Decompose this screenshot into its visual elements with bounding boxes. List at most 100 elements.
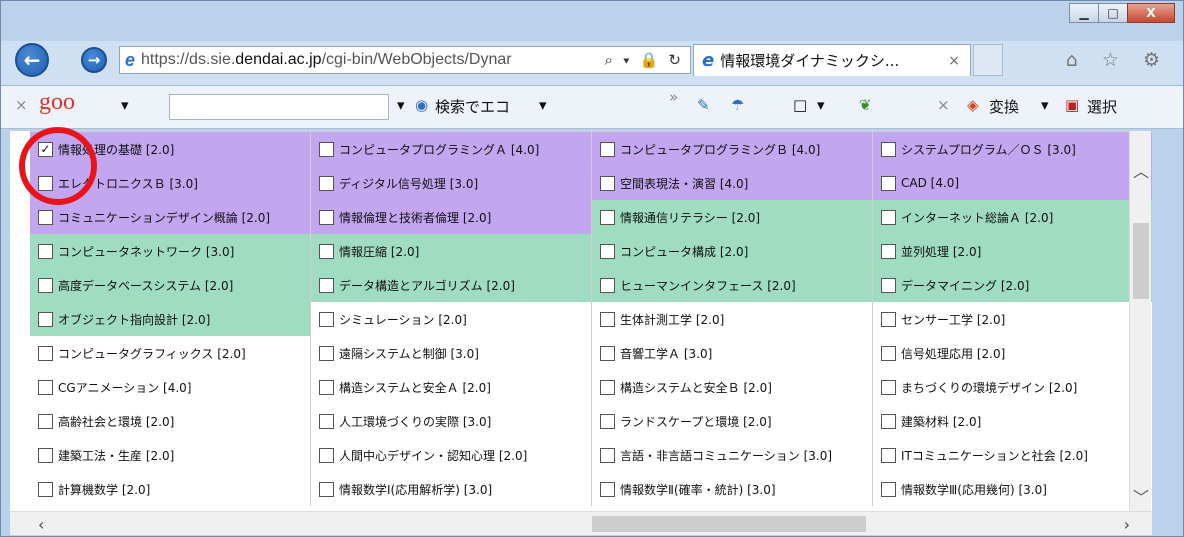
page-icon[interactable]: □ [793, 96, 807, 114]
course-checkbox[interactable] [319, 345, 334, 361]
course-checkbox[interactable] [319, 141, 334, 157]
course-checkbox[interactable] [881, 379, 896, 395]
course-cell[interactable]: ✓ 情報処理の基礎 [2.0] [30, 132, 311, 166]
course-checkbox[interactable] [881, 413, 896, 429]
course-cell[interactable]: 高度データベースシステム [2.0] [30, 268, 311, 302]
course-checkbox[interactable] [600, 243, 615, 259]
course-checkbox[interactable] [319, 277, 334, 293]
course-cell[interactable]: 建築材料 [2.0] [873, 404, 1152, 438]
course-checkbox[interactable] [600, 311, 615, 327]
course-checkbox[interactable] [600, 209, 615, 225]
course-cell[interactable]: 構造システムと安全Ｂ [2.0] [592, 370, 873, 404]
course-checkbox[interactable] [38, 243, 53, 259]
scroll-left-icon[interactable]: ‹ [38, 512, 44, 536]
maximize-button[interactable]: □ [1098, 3, 1128, 23]
course-cell[interactable]: 構造システムと安全Ａ [2.0] [311, 370, 592, 404]
tab-active[interactable]: e 情報環境ダイナミックシ... × [693, 44, 971, 76]
eco-dropdown-icon[interactable]: ▾ [539, 96, 547, 114]
toolbar-overflow-icon[interactable]: » [669, 88, 678, 106]
tab-close-button[interactable]: × [948, 53, 960, 69]
course-checkbox[interactable] [38, 481, 53, 497]
course-cell[interactable]: 高齢社会と環境 [2.0] [30, 404, 311, 438]
course-cell[interactable]: オブジェクト指向設計 [2.0] [30, 302, 311, 336]
course-cell[interactable]: ランドスケープと環境 [2.0] [592, 404, 873, 438]
search-dropdown-icon[interactable]: ▾ [397, 96, 405, 114]
course-checkbox[interactable] [319, 311, 334, 327]
course-cell[interactable]: ITコミュニケーションと社会 [2.0] [873, 438, 1152, 472]
course-cell[interactable]: コンピュータ構成 [2.0] [592, 234, 873, 268]
course-cell[interactable]: 情報圧縮 [2.0] [311, 234, 592, 268]
course-cell[interactable]: インターネット総論Ａ [2.0] [873, 200, 1152, 234]
forward-button[interactable]: → [81, 47, 107, 73]
course-cell[interactable]: センサー工学 [2.0] [873, 302, 1152, 336]
horizontal-scroll-thumb[interactable] [592, 516, 866, 532]
course-cell[interactable]: ヒューマンインタフェース [2.0] [592, 268, 873, 302]
minimize-button[interactable]: ▁ [1069, 3, 1099, 23]
new-tab-button[interactable] [973, 44, 1003, 76]
course-checkbox[interactable] [319, 175, 334, 191]
course-cell[interactable]: 空間表現法・演習 [4.0] [592, 166, 873, 200]
course-checkbox[interactable] [881, 447, 896, 463]
close-window-button[interactable]: X [1127, 3, 1175, 23]
scroll-right-icon[interactable]: › [1124, 512, 1130, 536]
course-checkbox[interactable] [319, 243, 334, 259]
convert-button[interactable]: 変換 [989, 96, 1019, 117]
course-checkbox[interactable] [600, 345, 615, 361]
course-cell[interactable]: コンピュータグラフィックス [2.0] [30, 336, 311, 370]
course-checkbox[interactable] [319, 447, 334, 463]
sprout-icon[interactable]: ❦ [859, 96, 872, 114]
course-checkbox[interactable] [38, 277, 53, 293]
course-cell[interactable]: 人間中心デザイン・認知心理 [2.0] [311, 438, 592, 472]
course-cell[interactable]: CGアニメーション [4.0] [30, 370, 311, 404]
course-checkbox[interactable] [600, 175, 615, 191]
course-cell[interactable]: 情報数学Ⅲ(応用幾何) [3.0] [873, 472, 1152, 506]
course-cell[interactable]: エレクトロニクスＢ [3.0] [30, 166, 311, 200]
course-checkbox[interactable] [881, 175, 896, 191]
course-checkbox[interactable] [38, 209, 53, 225]
course-checkbox[interactable] [600, 141, 615, 157]
horizontal-scrollbar[interactable]: ‹ › [10, 511, 1152, 535]
goo-dropdown-icon[interactable]: ▾ [121, 96, 129, 114]
course-cell[interactable]: システムプログラム／ＯＳ [3.0] [873, 132, 1152, 166]
select-button[interactable]: 選択 [1087, 96, 1117, 117]
course-cell[interactable]: 音響工学Ａ [3.0] [592, 336, 873, 370]
course-checkbox[interactable] [600, 481, 615, 497]
course-cell[interactable]: CAD [4.0] [873, 166, 1152, 200]
course-checkbox[interactable] [881, 277, 896, 293]
course-cell[interactable]: ディジタル信号処理 [3.0] [311, 166, 592, 200]
course-checkbox-checked[interactable]: ✓ [38, 141, 53, 157]
course-checkbox[interactable] [319, 209, 334, 225]
course-cell[interactable]: 遠隔システムと制御 [3.0] [311, 336, 592, 370]
back-button[interactable]: ← [15, 43, 49, 77]
course-cell[interactable]: コンピュータプログラミングＢ [4.0] [592, 132, 873, 166]
course-checkbox[interactable] [600, 277, 615, 293]
course-checkbox[interactable] [38, 447, 53, 463]
convert-dropdown-icon[interactable]: ▾ [1041, 96, 1049, 114]
course-checkbox[interactable] [38, 379, 53, 395]
course-checkbox[interactable] [881, 209, 896, 225]
umbrella-icon[interactable]: ☂ [731, 96, 744, 114]
search-eco-button[interactable]: 検索でエコ [435, 96, 510, 117]
course-checkbox[interactable] [600, 447, 615, 463]
course-checkbox[interactable] [600, 379, 615, 395]
course-checkbox[interactable] [319, 413, 334, 429]
course-cell[interactable]: 情報通信リテラシー [2.0] [592, 200, 873, 234]
course-cell[interactable]: データマイニング [2.0] [873, 268, 1152, 302]
scroll-up-icon[interactable]: ︿ [1130, 159, 1152, 181]
goo-toolbar-close-button[interactable]: × [15, 96, 28, 114]
course-cell[interactable]: 人工環境づくりの実際 [3.0] [311, 404, 592, 438]
pen-icon[interactable]: ✎ [697, 96, 710, 114]
course-cell[interactable]: 情報倫理と技術者倫理 [2.0] [311, 200, 592, 234]
page-dropdown-icon[interactable]: ▾ [817, 96, 825, 114]
course-checkbox[interactable] [881, 141, 896, 157]
course-checkbox[interactable] [600, 413, 615, 429]
home-favorites-settings-icons[interactable]: ⌂ ☆ ⚙ [1066, 49, 1169, 71]
course-cell[interactable]: 建築工法・生産 [2.0] [30, 438, 311, 472]
course-cell[interactable]: データ構造とアルゴリズム [2.0] [311, 268, 592, 302]
course-cell[interactable]: コミュニケーションデザイン概論 [2.0] [30, 200, 311, 234]
course-checkbox[interactable] [881, 481, 896, 497]
goo-search-input[interactable] [169, 94, 389, 120]
course-checkbox[interactable] [881, 311, 896, 327]
course-cell[interactable]: コンピュータプログラミングＡ [4.0] [311, 132, 592, 166]
address-tools[interactable]: ⌕ ▾ 🔒 ↻ [605, 51, 684, 69]
